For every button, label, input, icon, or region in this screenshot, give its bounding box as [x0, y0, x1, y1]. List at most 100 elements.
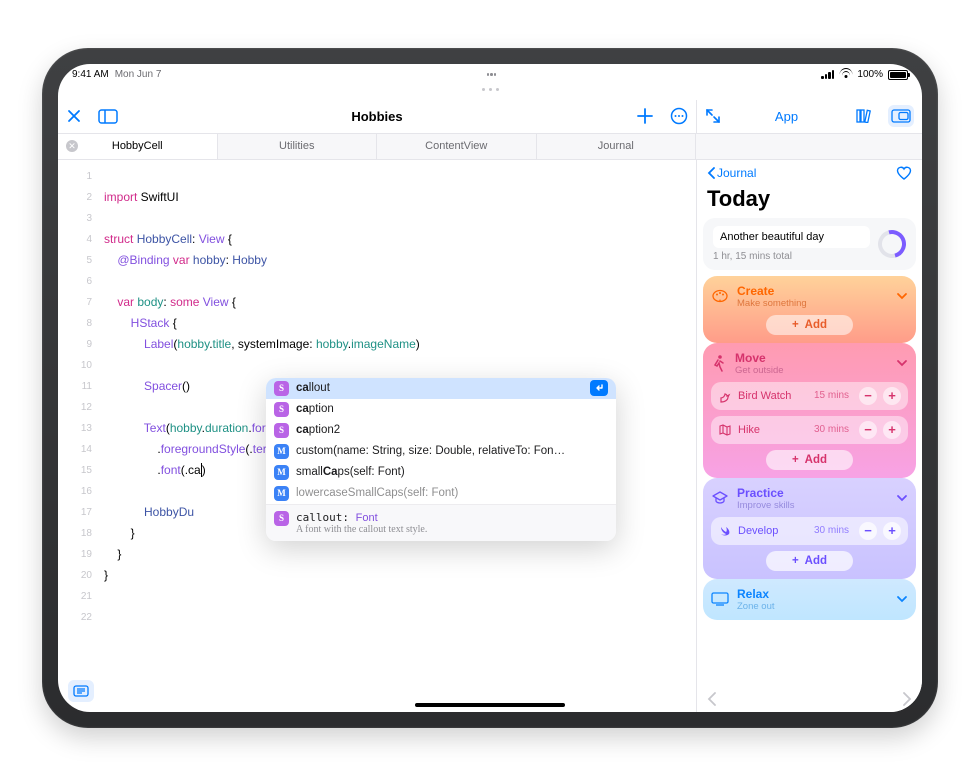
line-number: 22: [58, 607, 104, 628]
line-number: 12: [58, 397, 104, 418]
summary-input[interactable]: [713, 226, 870, 248]
card-header[interactable]: RelaxZone out: [711, 587, 908, 612]
ipad-device: 9:41 AM Mon Jun 7 100%: [42, 48, 938, 728]
card-header[interactable]: PracticeImprove skills: [711, 486, 908, 511]
line-number: 6: [58, 271, 104, 292]
autocomplete-item[interactable]: Mcustom(name: String, size: Double, rela…: [266, 441, 616, 462]
expand-icon[interactable]: [705, 108, 721, 124]
map-icon: [718, 423, 732, 437]
accept-icon[interactable]: [590, 380, 608, 396]
summary-card: 1 hr, 15 mins total: [703, 218, 916, 270]
card-header[interactable]: MoveGet outside: [711, 351, 908, 376]
activity-duration: 30 mins: [814, 424, 849, 435]
add-activity-button[interactable]: +Add: [766, 315, 853, 335]
completion-kind-badge: S: [274, 381, 289, 396]
bird-icon: [718, 389, 732, 403]
increase-button[interactable]: +: [883, 421, 901, 439]
hobby-card-practice: PracticeImprove skills Develop 30 mins −…: [703, 478, 916, 579]
add-icon[interactable]: [636, 107, 654, 125]
multitask-dots[interactable]: [487, 73, 497, 76]
code-line[interactable]: 4struct HobbyCell: View {: [58, 229, 696, 250]
card-subtitle: Improve skills: [737, 500, 795, 511]
quick-actions-button[interactable]: [68, 680, 94, 702]
back-button[interactable]: Journal: [707, 166, 756, 180]
activity-row[interactable]: Develop 30 mins − +: [711, 517, 908, 545]
preview-page-title: Today: [703, 186, 916, 212]
code-line[interactable]: 19 }: [58, 544, 696, 565]
code-line[interactable]: 21: [58, 586, 696, 607]
code-line[interactable]: 22: [58, 607, 696, 628]
card-header[interactable]: CreateMake something: [711, 284, 908, 309]
progress-ring-icon: [873, 224, 911, 262]
activity-row[interactable]: Hike 30 mins − +: [711, 416, 908, 444]
completion-kind-badge: M: [274, 465, 289, 480]
status-bar: 9:41 AM Mon Jun 7 100%: [58, 64, 922, 86]
preview-icon[interactable]: [888, 105, 914, 127]
code-line[interactable]: 10: [58, 355, 696, 376]
preview-label[interactable]: App: [731, 109, 842, 124]
add-activity-button[interactable]: +Add: [766, 450, 853, 470]
next-page-icon[interactable]: [902, 692, 912, 706]
code-line[interactable]: 2import SwiftUI: [58, 187, 696, 208]
code-line[interactable]: 7 var body: some View {: [58, 292, 696, 313]
preview-tab-spacer: [696, 134, 922, 159]
line-number: 1: [58, 166, 104, 187]
code-editor[interactable]: 12import SwiftUI34struct HobbyCell: View…: [58, 160, 696, 712]
status-time: 9:41 AM: [72, 69, 109, 80]
completion-kind-badge: S: [274, 402, 289, 417]
chevron-down-icon[interactable]: [896, 290, 908, 302]
plus-icon: +: [792, 319, 799, 331]
tab-contentview[interactable]: ContentView: [377, 134, 537, 159]
increase-button[interactable]: +: [883, 387, 901, 405]
library-icon[interactable]: [852, 105, 878, 127]
favorite-icon[interactable]: [896, 166, 912, 180]
line-number: 4: [58, 229, 104, 250]
autocomplete-item[interactable]: Scallout: [266, 378, 616, 399]
decrease-button[interactable]: −: [859, 421, 877, 439]
autocomplete-doc: Scallout: FontA font with the callout te…: [266, 504, 616, 541]
code-line[interactable]: 6: [58, 271, 696, 292]
sidebar-toggle-icon[interactable]: [98, 109, 118, 124]
completion-kind-badge: M: [274, 486, 289, 501]
tab-label: Utilities: [279, 140, 314, 152]
chevron-down-icon[interactable]: [896, 593, 908, 605]
plus-icon: +: [792, 555, 799, 567]
tab-hobbycell[interactable]: ✕ HobbyCell: [58, 134, 218, 159]
chevron-down-icon[interactable]: [896, 492, 908, 504]
card-subtitle: Zone out: [737, 601, 775, 612]
toolbar: Hobbies App: [58, 100, 922, 134]
completion-kind-badge: M: [274, 444, 289, 459]
close-icon[interactable]: [66, 108, 82, 124]
autocomplete-item[interactable]: MlowercaseSmallCaps(self: Font): [266, 483, 616, 504]
window-grabber[interactable]: [472, 88, 508, 91]
tab-journal[interactable]: Journal: [537, 134, 697, 159]
activity-name: Bird Watch: [738, 390, 808, 402]
home-indicator[interactable]: [415, 703, 565, 707]
card-title: Practice: [737, 486, 795, 500]
tab-utilities[interactable]: Utilities: [218, 134, 378, 159]
autocomplete-item[interactable]: MsmallCaps(self: Font): [266, 462, 616, 483]
line-number: 18: [58, 523, 104, 544]
decrease-button[interactable]: −: [859, 522, 877, 540]
code-line[interactable]: 8 HStack {: [58, 313, 696, 334]
autocomplete-item[interactable]: Scaption: [266, 399, 616, 420]
code-line[interactable]: 3: [58, 208, 696, 229]
card-title: Create: [737, 284, 807, 298]
code-line[interactable]: 5 @Binding var hobby: Hobby: [58, 250, 696, 271]
prev-page-icon[interactable]: [707, 692, 717, 706]
add-label: Add: [805, 454, 827, 466]
add-activity-button[interactable]: +Add: [766, 551, 853, 571]
autocomplete-item[interactable]: Scaption2: [266, 420, 616, 441]
screen: 9:41 AM Mon Jun 7 100%: [58, 64, 922, 712]
code-line[interactable]: 1: [58, 166, 696, 187]
code-line[interactable]: 9 Label(hobby.title, systemImage: hobby.…: [58, 334, 696, 355]
activity-row[interactable]: Bird Watch 15 mins − +: [711, 382, 908, 410]
increase-button[interactable]: +: [883, 522, 901, 540]
decrease-button[interactable]: −: [859, 387, 877, 405]
status-date: Mon Jun 7: [115, 69, 162, 80]
more-icon[interactable]: [670, 107, 688, 125]
chevron-down-icon[interactable]: [896, 357, 908, 369]
practice-icon: [711, 490, 729, 506]
code-line[interactable]: 20}: [58, 565, 696, 586]
close-tab-icon[interactable]: ✕: [66, 140, 78, 152]
